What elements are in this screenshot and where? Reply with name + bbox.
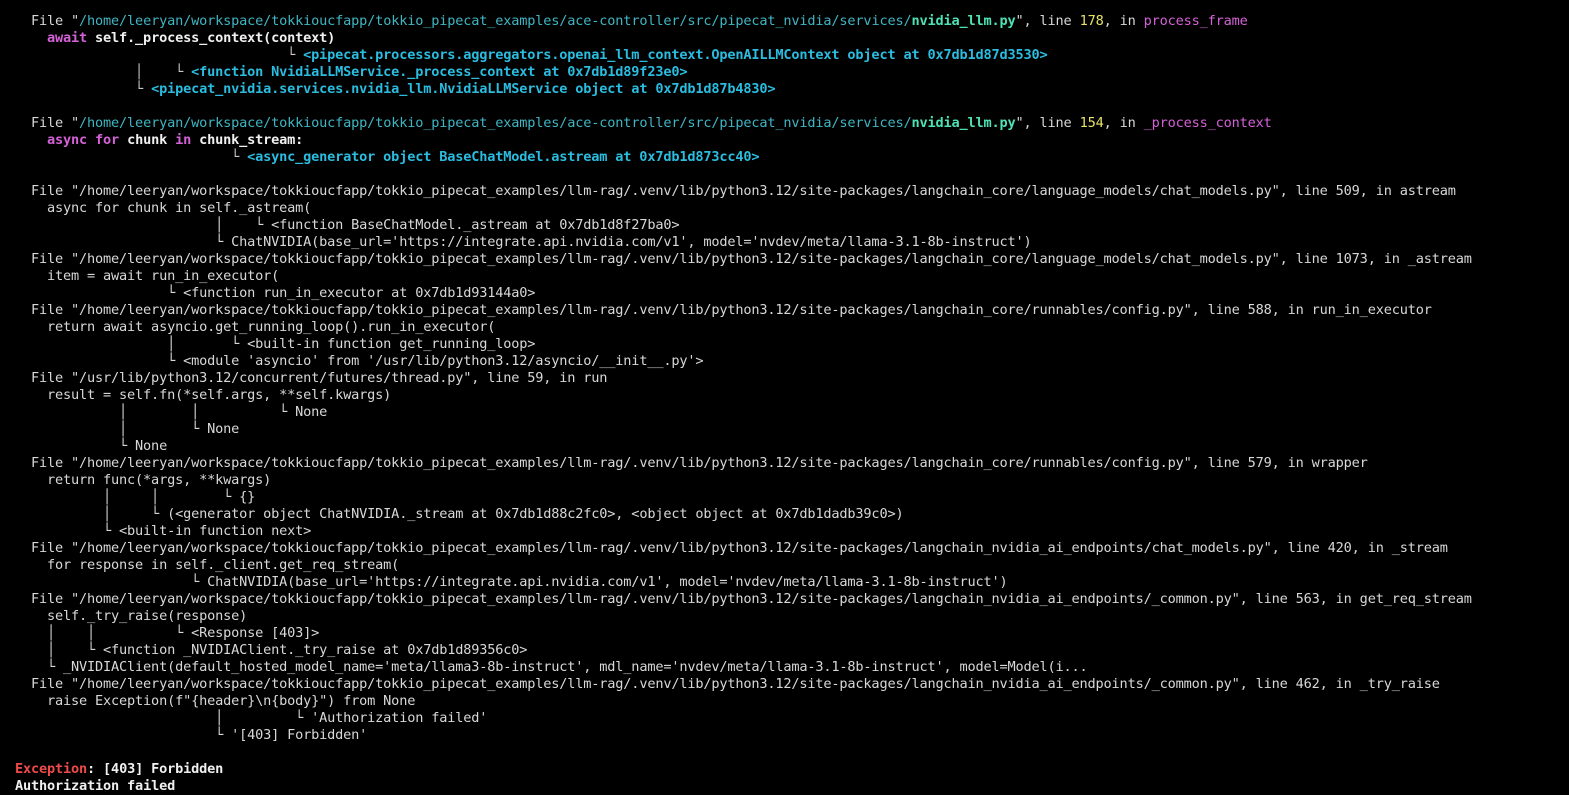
- file-path: /home/leeryan/workspace/tokkioucfapp/tok…: [79, 115, 912, 131]
- terminal-window: File "/home/leeryan/workspace/tokkioucfa…: [0, 0, 1569, 795]
- annotation-line: └ ChatNVIDIA(base_url='https://integrate…: [31, 234, 1032, 250]
- code-line: for response in self._client.get_req_str…: [31, 557, 400, 573]
- traceback-frame-header: File "/home/leeryan/workspace/tokkioucfa…: [31, 540, 1448, 556]
- annotation-line: └ None: [31, 438, 168, 454]
- traceback-frame-header: File "/home/leeryan/workspace/tokkioucfa…: [31, 183, 1456, 199]
- annotation-line: └ _NVIDIAClient(default_hosted_model_nam…: [31, 659, 1088, 675]
- annotation-line: └ '[403] Forbidden': [31, 727, 368, 743]
- traceback-frame-header: File "/home/leeryan/workspace/tokkioucfa…: [31, 115, 1272, 131]
- annotation-line: │ └ <function BaseChatModel._astream at …: [31, 217, 680, 233]
- annotation-line: │ │ └ None: [31, 404, 328, 420]
- code-line: result = self.fn(*self.args, **self.kwar…: [31, 387, 392, 403]
- traceback-frame-header: File "/home/leeryan/workspace/tokkioucfa…: [31, 13, 1248, 29]
- annotation-line: └ <module 'asyncio' from '/usr/lib/pytho…: [31, 353, 704, 369]
- file-path: /home/leeryan/workspace/tokkioucfapp/tok…: [79, 13, 912, 29]
- annotation-line: │ └ <built-in function get_running_loop>: [31, 336, 536, 352]
- traceback-frame-header: File "/home/leeryan/workspace/tokkioucfa…: [31, 251, 1472, 267]
- traceback-frame-header: File "/home/leeryan/workspace/tokkioucfa…: [31, 455, 1368, 471]
- code-line: item = await run_in_executor(: [31, 268, 280, 284]
- annotation-line: │ │ └ <Response [403]>: [31, 625, 320, 641]
- annotation-line: └ <function run_in_executor at 0x7db1d93…: [31, 285, 536, 301]
- code-line: async for chunk in self._astream(: [31, 200, 312, 216]
- code-line: async for chunk in chunk_stream:: [47, 132, 304, 148]
- annotation-line: └ ChatNVIDIA(base_url='https://integrate…: [31, 574, 1008, 590]
- exception-detail: Authorization failed: [15, 778, 176, 794]
- annotation-line: │ └ 'Authorization failed': [31, 710, 488, 726]
- exception-name: Exception: [15, 761, 88, 777]
- annotation-line: └ <built-in function next>: [31, 523, 312, 539]
- annotation-line: └ <pipecat.processors.aggregators.openai…: [47, 47, 1048, 63]
- line-number: 154: [1079, 115, 1104, 131]
- annotation-line: │ │ └ {}: [31, 489, 256, 505]
- code-line: self._try_raise(response): [31, 608, 248, 624]
- annotation-line: │ └ (<generator object ChatNVIDIA._strea…: [31, 506, 904, 522]
- annotation-line: │ └ <function _NVIDIAClient._try_raise a…: [31, 642, 528, 658]
- line-number: 178: [1079, 13, 1104, 29]
- function-name: process_frame: [1143, 13, 1248, 29]
- annotation-line: │ └ <function NvidiaLLMService._process_…: [47, 64, 688, 80]
- annotation-line: └ <pipecat_nvidia.services.nvidia_llm.Nv…: [47, 81, 776, 97]
- code-line: await self._process_context(context): [47, 30, 336, 46]
- code-line: return await asyncio.get_running_loop().…: [31, 319, 496, 335]
- file-name: nvidia_llm.py: [911, 13, 1016, 29]
- function-name: _process_context: [1143, 115, 1272, 131]
- traceback-frame-header: File "/home/leeryan/workspace/tokkioucfa…: [31, 302, 1432, 318]
- traceback-frame-header: File "/home/leeryan/workspace/tokkioucfa…: [31, 676, 1440, 692]
- file-name: nvidia_llm.py: [911, 115, 1016, 131]
- code-line: return func(*args, **kwargs): [31, 472, 272, 488]
- traceback-frame-header: File "/usr/lib/python3.12/concurrent/fut…: [31, 370, 608, 386]
- annotation-line: │ └ None: [31, 421, 240, 437]
- exception-line: Exception: [403] Forbidden: [15, 761, 224, 777]
- annotation-line: └ <async_generator object BaseChatModel.…: [47, 149, 760, 165]
- code-line: raise Exception(f"{header}\n{body}") fro…: [31, 693, 416, 709]
- traceback-frame-header: File "/home/leeryan/workspace/tokkioucfa…: [31, 591, 1472, 607]
